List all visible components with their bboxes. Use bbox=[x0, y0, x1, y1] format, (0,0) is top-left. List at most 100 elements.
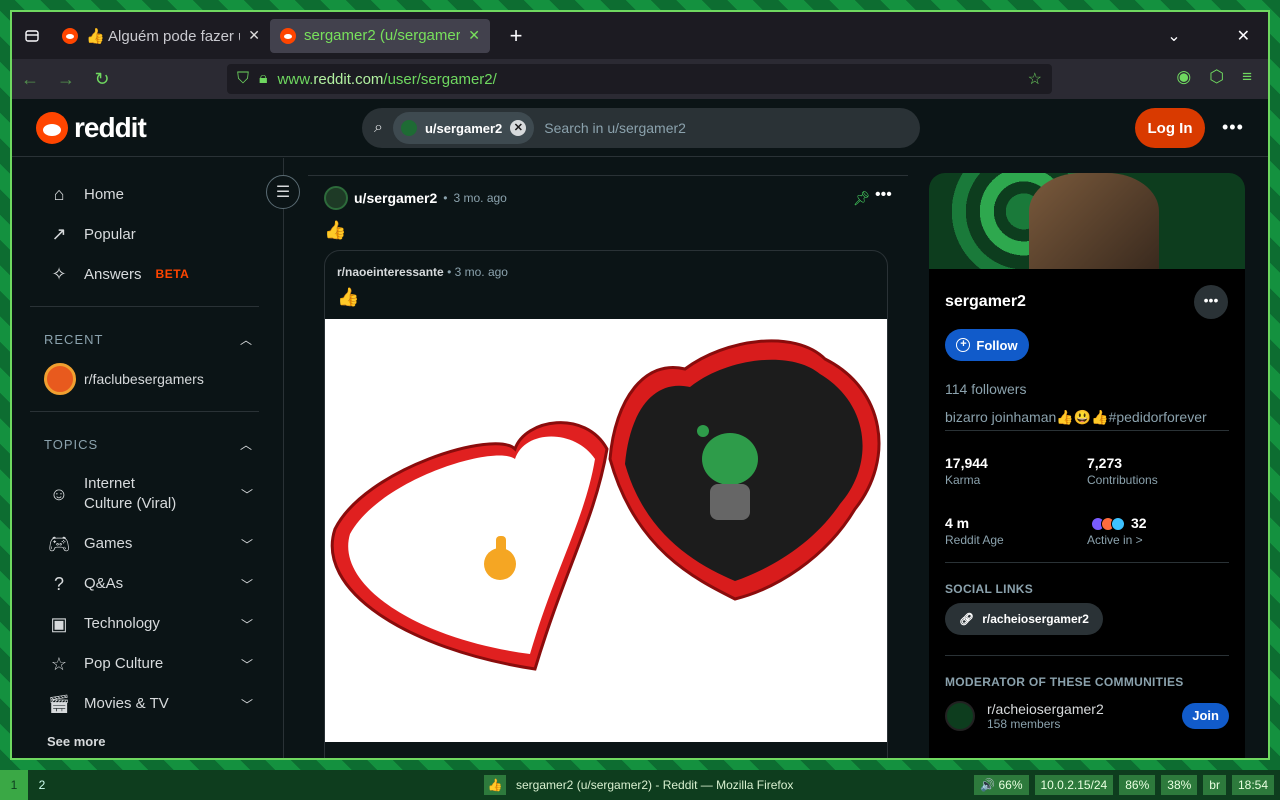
chevron-down-icon[interactable]: ﹀ bbox=[241, 616, 253, 633]
topic-games[interactable]: 🎮︎ Games ﹀ bbox=[12, 524, 283, 564]
moderator-heading: MODERATOR OF THESE COMMUNITIES bbox=[945, 675, 1184, 689]
chevron-down-icon[interactable]: ﹀ bbox=[241, 536, 253, 553]
keyboard-layout[interactable]: br bbox=[1203, 775, 1226, 795]
new-tab-button[interactable]: + bbox=[496, 23, 536, 49]
bookmark-star-icon[interactable]: ☆ bbox=[1028, 69, 1042, 89]
tab-list-icon bbox=[25, 29, 39, 42]
popular-icon: ↗ bbox=[51, 223, 67, 244]
post-image[interactable] bbox=[325, 319, 887, 742]
join-button[interactable]: Join bbox=[1182, 703, 1229, 729]
mod-community-row[interactable]: r/acheiosergamer2 158 members Join bbox=[945, 701, 1229, 731]
divider bbox=[30, 411, 259, 412]
crosspost-subreddit[interactable]: r/naoeinteressante bbox=[337, 265, 444, 279]
close-window-icon[interactable]: ✕ bbox=[1237, 26, 1250, 46]
sidebar-item-recent[interactable]: r/faclubesergamers bbox=[12, 359, 283, 399]
tab-inactive[interactable]: 👍 Alguém pode fazer um ✕ bbox=[52, 19, 270, 53]
memory-status[interactable]: 38% bbox=[1161, 775, 1198, 795]
community-avatar bbox=[945, 701, 975, 731]
url-text[interactable]: www.reddit.com/user/sergamer2/ bbox=[278, 71, 1018, 88]
crosspost-card[interactable]: r/naoeinteressante • 3 mo. ago 👍 bbox=[324, 250, 888, 758]
shield-icon[interactable]: ⛉ bbox=[237, 70, 249, 88]
navigation-bar: ← → ↻ ⛉ 🔒︎ www.reddit.com/user/sergamer2… bbox=[12, 59, 1268, 99]
chip-icon: ▣ bbox=[50, 613, 68, 634]
sidebar-item-popular[interactable]: ↗ Popular bbox=[12, 214, 283, 254]
forward-icon[interactable]: → bbox=[48, 69, 84, 90]
divider bbox=[945, 562, 1229, 563]
topic-qa[interactable]: ? Q&As ﹀ bbox=[12, 564, 283, 604]
chevron-up-icon[interactable]: ︿ bbox=[240, 331, 253, 348]
active-in[interactable]: 32 bbox=[1087, 515, 1147, 532]
topic-internet-culture[interactable]: ☺ Internet Culture (Viral) ﹀ bbox=[12, 464, 283, 524]
beta-badge: BETA bbox=[155, 267, 190, 281]
lock-icon[interactable]: 🔒︎ bbox=[259, 70, 268, 88]
social-link-button[interactable]: 🔗︎ r/acheiosergamer2 bbox=[945, 603, 1103, 635]
search-scope-chip[interactable]: u/sergamer2 ✕ bbox=[392, 112, 535, 144]
volume-status[interactable]: 🔊 66% bbox=[974, 775, 1029, 795]
post-author[interactable]: u/sergamer2 bbox=[354, 190, 437, 206]
chevron-down-icon[interactable]: ﹀ bbox=[241, 486, 253, 503]
profile-options-button[interactable]: ••• bbox=[1194, 285, 1228, 319]
reddit-logo[interactable]: reddit bbox=[36, 111, 147, 144]
url-bar[interactable]: ⛉ 🔒︎ www.reddit.com/user/sergamer2/ ☆ bbox=[227, 64, 1052, 94]
sidebar-item-home[interactable]: ⌂ Home bbox=[12, 174, 283, 214]
collapse-sidebar-button[interactable]: ☰ bbox=[266, 175, 300, 209]
system-tray: 🔊 66% 10.0.2.15/24 86% 38% br 18:54 bbox=[974, 775, 1274, 795]
cpu-status[interactable]: 86% bbox=[1119, 775, 1156, 795]
community-name[interactable]: r/acheiosergamer2 bbox=[987, 701, 1104, 717]
tab-list-button[interactable] bbox=[12, 12, 52, 59]
see-more-link[interactable]: See more bbox=[12, 734, 283, 749]
topic-technology[interactable]: ▣ Technology ﹀ bbox=[12, 604, 283, 644]
firefox-window: 👍 Alguém pode fazer um ✕ sergamer2 (u/se… bbox=[10, 10, 1270, 760]
karma-label: Karma bbox=[945, 473, 981, 487]
chevron-down-icon[interactable]: ﹀ bbox=[241, 656, 253, 673]
topics-section-header[interactable]: TOPICS ︿ bbox=[12, 424, 283, 464]
login-button[interactable]: Log In bbox=[1135, 108, 1205, 148]
social-links-heading: SOCIAL LINKS bbox=[945, 582, 1034, 596]
contributions-label: Contributions bbox=[1087, 473, 1158, 487]
chevron-up-icon[interactable]: ︿ bbox=[240, 436, 253, 453]
more-options-icon[interactable]: ••• bbox=[1222, 117, 1244, 138]
close-tab-icon[interactable]: ✕ bbox=[248, 27, 260, 44]
chevron-down-icon[interactable]: ﹀ bbox=[241, 576, 253, 593]
search-bar[interactable]: ⌕ u/sergamer2 ✕ Search in u/sergamer2 bbox=[362, 108, 920, 148]
account-icon[interactable]: ◉ bbox=[1176, 67, 1191, 87]
post-time: 3 mo. ago bbox=[453, 191, 507, 205]
search-input[interactable]: Search in u/sergamer2 bbox=[544, 120, 686, 136]
active-in-label[interactable]: Active in > bbox=[1087, 533, 1143, 547]
chevron-down-icon[interactable]: ﹀ bbox=[241, 696, 253, 713]
divider bbox=[308, 175, 908, 176]
reddit-age-label: Reddit Age bbox=[945, 533, 1004, 547]
clear-scope-icon[interactable]: ✕ bbox=[510, 120, 527, 136]
clock[interactable]: 18:54 bbox=[1231, 775, 1274, 795]
active-window-title[interactable]: 👍 sergamer2 (u/sergamer2) - Reddit — Moz… bbox=[484, 775, 793, 795]
reload-icon[interactable]: ↻ bbox=[84, 69, 120, 90]
topic-pop-culture[interactable]: ☆ Pop Culture ﹀ bbox=[12, 644, 283, 684]
internet-culture-icon: ☺ bbox=[49, 483, 69, 504]
recent-section-header[interactable]: RECENT ︿ bbox=[12, 319, 283, 359]
user-avatar[interactable] bbox=[324, 186, 348, 210]
network-status[interactable]: 10.0.2.15/24 bbox=[1034, 775, 1114, 795]
link-icon: 🔗︎ bbox=[959, 612, 975, 626]
sidebar-item-answers[interactable]: ✧ Answers BETA bbox=[12, 254, 283, 294]
clapperboard-icon: 🎬︎ bbox=[47, 693, 71, 714]
crosspost-body: 👍 bbox=[337, 287, 360, 307]
post-options-icon[interactable]: ••• bbox=[875, 186, 892, 204]
hamburger-icon: ☰ bbox=[275, 184, 291, 201]
back-icon[interactable]: ← bbox=[12, 69, 48, 90]
followers-count: 114 followers bbox=[945, 381, 1027, 397]
crosspost-meta: r/naoeinteressante • 3 mo. ago bbox=[337, 265, 508, 279]
topic-movies-tv[interactable]: 🎬︎ Movies & TV ﹀ bbox=[12, 684, 283, 724]
extensions-icon[interactable]: ⬡ bbox=[1209, 67, 1224, 87]
close-tab-icon[interactable]: ✕ bbox=[468, 27, 480, 44]
menu-icon[interactable]: ≡ bbox=[1242, 67, 1252, 87]
tab-active[interactable]: sergamer2 (u/sergamer2) - Reddit ✕ bbox=[270, 18, 490, 53]
list-all-tabs-icon[interactable]: ⌄ bbox=[1167, 26, 1180, 46]
follow-button[interactable]: + Follow bbox=[945, 329, 1029, 361]
star-icon: ☆ bbox=[50, 653, 68, 674]
profile-panel: sergamer2 ••• + Follow 114 followers biz… bbox=[929, 173, 1245, 758]
workspace-1[interactable]: 1 bbox=[0, 770, 28, 800]
crosspost-time: 3 mo. ago bbox=[454, 265, 508, 279]
profile-bio: bizarro joinhaman👍😃👍#pedidorforever bbox=[945, 409, 1229, 431]
workspace-2[interactable]: 2 bbox=[28, 770, 56, 800]
divider bbox=[945, 655, 1229, 656]
